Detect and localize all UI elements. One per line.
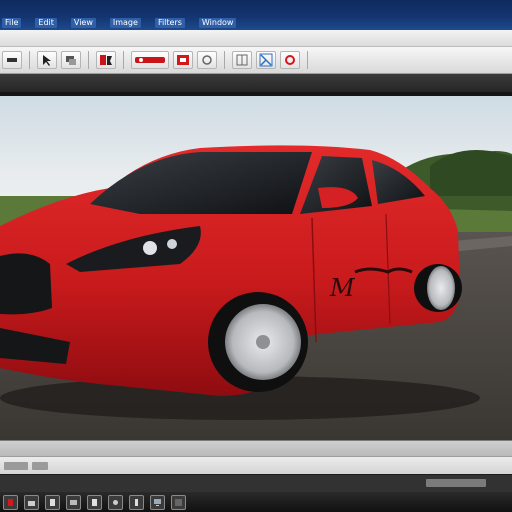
toolbar-separator bbox=[307, 51, 308, 69]
menu-item-window[interactable]: Window bbox=[198, 18, 237, 28]
bottom-panel bbox=[0, 474, 512, 493]
taskbar-image-button[interactable] bbox=[66, 494, 81, 510]
car-photo: M bbox=[0, 96, 512, 440]
image-icon bbox=[100, 55, 112, 65]
options-bar bbox=[0, 74, 512, 92]
taskbar bbox=[0, 492, 512, 512]
taskbar-start-button[interactable] bbox=[3, 494, 18, 510]
record-icon bbox=[135, 57, 165, 63]
document-icon bbox=[50, 498, 55, 506]
main-toolbar bbox=[0, 47, 512, 74]
cursor-button[interactable] bbox=[37, 51, 57, 69]
monitor-icon bbox=[154, 498, 161, 506]
tool-icon bbox=[7, 58, 17, 62]
menu-bar: File Edit View Image Filters Window bbox=[0, 16, 512, 30]
menu-item-image[interactable]: Image bbox=[109, 18, 141, 28]
terminal-icon bbox=[175, 498, 182, 506]
layers-icon bbox=[66, 56, 76, 65]
taskbar-document-button[interactable] bbox=[45, 494, 60, 510]
rectangle-button[interactable] bbox=[173, 51, 193, 69]
taskbar-terminal-button[interactable] bbox=[171, 494, 186, 510]
zoom-indicator[interactable] bbox=[4, 462, 28, 470]
warning-button[interactable] bbox=[280, 51, 300, 69]
grid-button[interactable] bbox=[232, 51, 252, 69]
media-icon bbox=[135, 498, 138, 506]
title-bar: File Edit View Image Filters Window bbox=[0, 0, 512, 30]
start-icon bbox=[8, 498, 13, 506]
crop-icon bbox=[259, 53, 273, 67]
taskbar-monitor-button[interactable] bbox=[150, 494, 165, 510]
warning-icon bbox=[285, 55, 295, 65]
folder-icon bbox=[28, 500, 35, 506]
menu-item-view[interactable]: View bbox=[70, 18, 96, 28]
menu-item-filters[interactable]: Filters bbox=[154, 18, 185, 28]
grid-icon bbox=[236, 54, 248, 66]
taskbar-file-button[interactable] bbox=[87, 494, 102, 510]
menu-item-edit[interactable]: Edit bbox=[35, 18, 57, 28]
layers-button[interactable] bbox=[61, 51, 81, 69]
stop-icon bbox=[202, 55, 212, 65]
menu-item-file[interactable]: File bbox=[2, 18, 22, 28]
record-button[interactable] bbox=[131, 51, 169, 69]
rectangle-icon bbox=[177, 55, 189, 65]
doc-info bbox=[32, 462, 48, 470]
toolbar-separator bbox=[29, 51, 30, 69]
file-icon bbox=[92, 498, 97, 506]
toolbar-separator bbox=[224, 51, 225, 69]
stop-button[interactable] bbox=[197, 51, 217, 69]
settings-icon bbox=[113, 499, 118, 505]
taskbar-folder-button[interactable] bbox=[24, 494, 39, 510]
toolbar-separator bbox=[123, 51, 124, 69]
taskbar-media-button[interactable] bbox=[129, 494, 144, 510]
status-bar bbox=[0, 456, 512, 475]
canvas-bottom-border bbox=[0, 440, 512, 457]
image-canvas[interactable]: M bbox=[0, 96, 512, 440]
taskbar-settings-button[interactable] bbox=[108, 494, 123, 510]
image-icon bbox=[70, 499, 77, 505]
cursor-icon bbox=[43, 55, 51, 66]
secondary-toolbar bbox=[0, 30, 512, 47]
crop-button[interactable] bbox=[256, 51, 276, 69]
image-button[interactable] bbox=[96, 51, 116, 69]
toolbar-separator bbox=[88, 51, 89, 69]
tool-button[interactable] bbox=[2, 51, 22, 69]
panel-info bbox=[426, 479, 486, 487]
car-lettering: M bbox=[329, 274, 356, 302]
